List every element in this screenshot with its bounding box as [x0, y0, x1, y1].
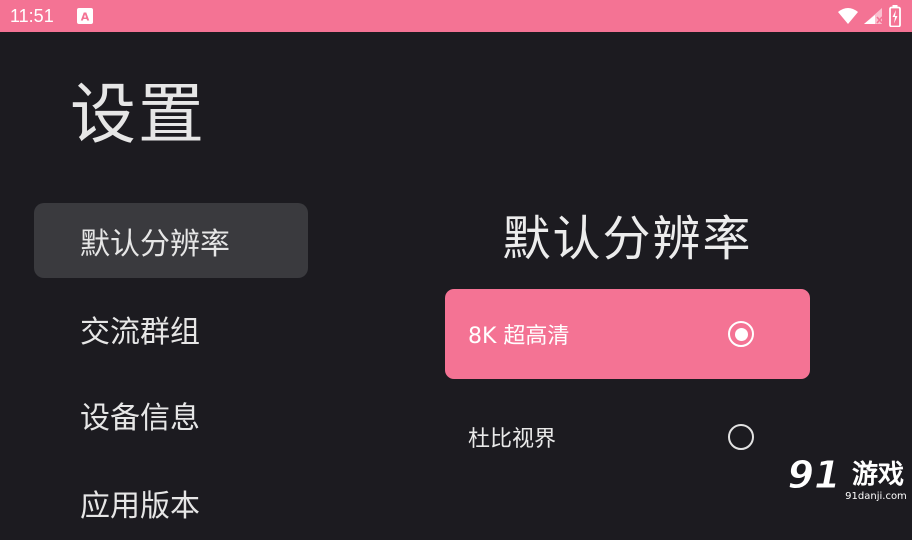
sidebar-item-label: 默认分辨率 [80, 226, 230, 262]
sidebar-item-device-info[interactable]: 设备信息 [34, 377, 308, 452]
status-time: 11:51 [10, 6, 54, 26]
notification-icon-letter: A [81, 11, 90, 24]
wifi-icon [838, 8, 858, 24]
watermark-text: 游戏 [852, 460, 904, 490]
sidebar-item-label: 交流群组 [80, 314, 200, 350]
option-dolby-vision[interactable]: 杜比视界 [445, 392, 810, 482]
watermark-number: 91 [788, 453, 841, 497]
sidebar-item-app-version[interactable]: 应用版本 [34, 465, 308, 540]
radio-checked-icon[interactable] [728, 321, 754, 347]
battery-icon [889, 5, 901, 27]
sidebar-item-default-resolution[interactable]: 默认分辨率 [34, 203, 308, 278]
watermark-logo: 91 游戏 91danji.com [787, 453, 907, 503]
option-8k-uhd[interactable]: 8K 超高清 [445, 289, 810, 379]
sidebar-item-label: 应用版本 [80, 488, 200, 524]
option-label: 杜比视界 [468, 427, 557, 452]
page-title: 设置 [70, 76, 206, 153]
status-bar: 11:51 A [0, 0, 912, 32]
radio-unchecked-icon[interactable] [728, 424, 754, 450]
sidebar-item-label: 设备信息 [80, 400, 200, 436]
sidebar-item-community-groups[interactable]: 交流群组 [34, 291, 308, 366]
option-label: 8K 超高清 [468, 324, 570, 349]
section-title: 默认分辨率 [502, 211, 753, 267]
watermark-site: 91danji.com [845, 491, 907, 502]
notification-icon: A [77, 8, 93, 24]
signal-icon [864, 8, 883, 24]
